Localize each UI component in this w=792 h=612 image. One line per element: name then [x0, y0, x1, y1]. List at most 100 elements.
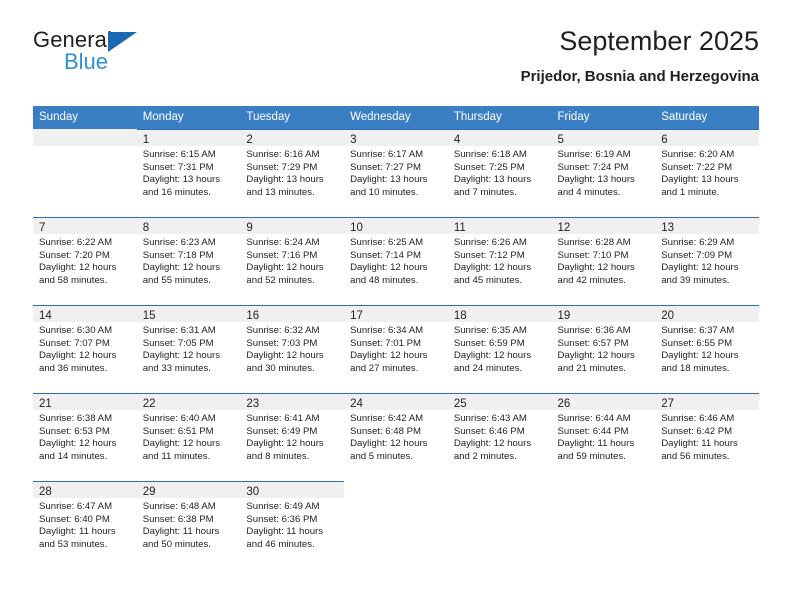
- calendar-day-cell[interactable]: 5 Sunrise: 6:19 AM Sunset: 7:24 PM Daylight…: [551, 129, 656, 217]
- day-detail-line: Sunset: 6:42 PM: [661, 425, 733, 437]
- day-detail-line: and 11 minutes.: [142, 450, 211, 462]
- day-detail-line: Sunset: 7:10 PM: [557, 249, 629, 261]
- day-number: 6: [661, 134, 668, 146]
- day-detail-line: Sunset: 7:07 PM: [39, 337, 110, 349]
- day-detail-line: Daylight: 12 hours: [453, 262, 532, 274]
- calendar-day-cell[interactable]: 22 Sunrise: 6:40 AM Sunset: 6:51 PM Dayligh…: [136, 393, 241, 481]
- day-number-bar: 8: [136, 217, 241, 234]
- calendar-page: General Blue September 2025 Prijedor, Bo…: [0, 0, 792, 612]
- calendar-day-cell[interactable]: 17 Sunrise: 6:34 AM Sunset: 7:01 PM Dayligh…: [344, 305, 448, 393]
- day-number-bar: 29: [136, 481, 241, 498]
- day-details: [344, 498, 448, 501]
- calendar-day-cell[interactable]: 10 Sunrise: 6:25 AM Sunset: 7:14 PM Dayligh…: [344, 217, 448, 305]
- day-number-bar: [344, 481, 448, 498]
- day-detail-line: Sunset: 7:22 PM: [661, 161, 733, 173]
- day-detail-line: Sunrise: 6:47 AM: [39, 501, 113, 512]
- day-detail-line: Daylight: 12 hours: [39, 438, 117, 450]
- day-number-bar: 27: [655, 393, 759, 410]
- day-detail-line: Sunrise: 6:30 AM: [39, 325, 113, 336]
- calendar-day-cell[interactable]: 20 Sunrise: 6:37 AM Sunset: 6:55 PM Dayligh…: [655, 305, 759, 393]
- day-number: 20: [661, 310, 675, 322]
- calendar-day-cell[interactable]: 6 Sunrise: 6:20 AM Sunset: 7:22 PM Daylight…: [655, 129, 759, 217]
- day-detail-line: Daylight: 12 hours: [453, 350, 532, 362]
- day-number-bar: 17: [344, 305, 448, 322]
- calendar-day-cell[interactable]: 13 Sunrise: 6:29 AM Sunset: 7:09 PM Dayligh…: [655, 217, 759, 305]
- calendar-day-cell[interactable]: 24 Sunrise: 6:42 AM Sunset: 6:48 PM Dayligh…: [344, 393, 448, 481]
- day-details: Sunrise: 6:19 AM Sunset: 7:24 PM Daylight:…: [552, 146, 656, 199]
- calendar-day-cell[interactable]: 18 Sunrise: 6:35 AM Sunset: 6:59 PM Dayligh…: [447, 305, 552, 393]
- day-detail-line: Daylight: 12 hours: [661, 262, 739, 274]
- day-details: Sunrise: 6:47 AM Sunset: 6:40 PM Daylight:…: [33, 498, 137, 551]
- day-detail-line: Daylight: 12 hours: [142, 438, 221, 450]
- day-detail-line: Sunrise: 6:46 AM: [661, 413, 735, 424]
- day-detail-line: Sunrise: 6:32 AM: [246, 325, 320, 336]
- day-detail-line: Sunset: 7:05 PM: [142, 337, 214, 349]
- day-detail-line: Sunset: 6:49 PM: [246, 425, 318, 437]
- day-number: 11: [453, 222, 466, 234]
- weekday-header-sunday: Sunday: [39, 111, 79, 123]
- day-number: 23: [246, 398, 260, 410]
- day-number: 24: [350, 398, 363, 410]
- day-detail-line: Sunrise: 6:18 AM: [453, 149, 527, 160]
- day-detail-line: and 33 minutes.: [142, 362, 211, 374]
- day-number-bar: 13: [655, 217, 759, 234]
- calendar-day-cell[interactable]: 30 Sunrise: 6:49 AM Sunset: 6:36 PM Dayligh…: [240, 481, 345, 573]
- calendar-day-cell[interactable]: 15 Sunrise: 6:31 AM Sunset: 7:05 PM Dayligh…: [136, 305, 241, 393]
- calendar-day-cell[interactable]: 29 Sunrise: 6:48 AM Sunset: 6:38 PM Dayligh…: [136, 481, 241, 573]
- day-number-bar: [448, 481, 552, 498]
- calendar-day-cell[interactable]: 27 Sunrise: 6:46 AM Sunset: 6:42 PM Dayligh…: [655, 393, 759, 481]
- day-detail-line: Sunrise: 6:29 AM: [661, 237, 735, 248]
- day-detail-line: Daylight: 12 hours: [246, 438, 324, 450]
- calendar-day-cell[interactable]: 2 Sunrise: 6:16 AM Sunset: 7:29 PM Daylight…: [240, 129, 345, 217]
- calendar-day-cell[interactable]: 21 Sunrise: 6:38 AM Sunset: 6:53 PM Dayligh…: [33, 393, 137, 481]
- calendar-empty-cell: [344, 481, 448, 573]
- day-number: 29: [142, 486, 156, 498]
- calendar-day-cell[interactable]: 8 Sunrise: 6:23 AM Sunset: 7:18 PM Daylight…: [136, 217, 241, 305]
- day-detail-line: Sunset: 6:59 PM: [453, 337, 525, 349]
- day-detail-line: and 56 minutes.: [661, 450, 730, 462]
- calendar-week-row: 14 Sunrise: 6:30 AM Sunset: 7:07 PM Dayligh…: [33, 305, 759, 393]
- day-details: Sunrise: 6:46 AM Sunset: 6:42 PM Daylight:…: [655, 410, 759, 463]
- calendar-day-cell[interactable]: 25 Sunrise: 6:43 AM Sunset: 6:46 PM Dayligh…: [447, 393, 552, 481]
- calendar-day-cell[interactable]: 26 Sunrise: 6:44 AM Sunset: 6:44 PM Dayligh…: [551, 393, 656, 481]
- calendar-day-cell[interactable]: 7 Sunrise: 6:22 AM Sunset: 7:20 PM Daylight…: [33, 217, 137, 305]
- day-details: Sunrise: 6:36 AM Sunset: 6:57 PM Daylight:…: [552, 322, 656, 375]
- day-detail-line: Sunset: 6:46 PM: [453, 425, 525, 437]
- calendar-week-row: 28 Sunrise: 6:47 AM Sunset: 6:40 PM Dayligh…: [33, 481, 759, 573]
- day-number-bar: 1: [136, 129, 241, 146]
- day-details: Sunrise: 6:28 AM Sunset: 7:10 PM Daylight:…: [552, 234, 656, 287]
- day-detail-line: and 46 minutes.: [246, 538, 315, 550]
- calendar-empty-cell: [33, 129, 137, 217]
- day-detail-line: Sunset: 6:40 PM: [39, 513, 110, 525]
- page-subtitle: Prijedor, Bosnia and Herzegovina: [520, 68, 759, 85]
- day-number: 2: [246, 134, 253, 146]
- day-detail-line: Daylight: 11 hours: [142, 526, 220, 538]
- calendar-day-cell[interactable]: 14 Sunrise: 6:30 AM Sunset: 7:07 PM Dayligh…: [33, 305, 137, 393]
- calendar-day-cell[interactable]: 3 Sunrise: 6:17 AM Sunset: 7:27 PM Daylight…: [344, 129, 448, 217]
- calendar-day-cell[interactable]: 4 Sunrise: 6:18 AM Sunset: 7:25 PM Daylight…: [447, 129, 552, 217]
- day-detail-line: Sunrise: 6:17 AM: [350, 149, 424, 160]
- calendar-day-cell[interactable]: 16 Sunrise: 6:32 AM Sunset: 7:03 PM Dayligh…: [240, 305, 345, 393]
- calendar-day-cell[interactable]: 12 Sunrise: 6:28 AM Sunset: 7:10 PM Dayligh…: [551, 217, 656, 305]
- day-number-bar: 30: [240, 481, 345, 498]
- day-detail-line: and 4 minutes.: [557, 186, 621, 198]
- calendar-day-cell[interactable]: 23 Sunrise: 6:41 AM Sunset: 6:49 PM Dayligh…: [240, 393, 345, 481]
- day-details: Sunrise: 6:34 AM Sunset: 7:01 PM Daylight:…: [344, 322, 448, 375]
- calendar-day-cell[interactable]: 19 Sunrise: 6:36 AM Sunset: 6:57 PM Dayligh…: [551, 305, 656, 393]
- day-detail-line: Sunrise: 6:25 AM: [350, 237, 424, 248]
- day-detail-line: Sunset: 7:18 PM: [142, 249, 214, 261]
- day-number-bar: 18: [447, 305, 552, 322]
- day-number: 10: [350, 222, 363, 234]
- calendar-day-cell[interactable]: 1 Sunrise: 6:15 AM Sunset: 7:31 PM Daylight…: [136, 129, 241, 217]
- day-number-bar: [552, 481, 656, 498]
- day-detail-line: Sunrise: 6:37 AM: [661, 325, 735, 336]
- calendar-grid: Sunday Monday Tuesday Wednesday Thursday Frid…: [33, 106, 759, 573]
- day-detail-line: Sunrise: 6:22 AM: [39, 237, 113, 248]
- day-detail-line: Daylight: 12 hours: [142, 350, 221, 362]
- day-detail-line: Daylight: 12 hours: [453, 438, 532, 450]
- calendar-day-cell[interactable]: 9 Sunrise: 6:24 AM Sunset: 7:16 PM Daylight…: [240, 217, 345, 305]
- day-number: 18: [453, 310, 467, 322]
- day-number: 15: [142, 310, 156, 322]
- calendar-day-cell[interactable]: 11 Sunrise: 6:26 AM Sunset: 7:12 PM Dayligh…: [447, 217, 552, 305]
- calendar-day-cell[interactable]: 28 Sunrise: 6:47 AM Sunset: 6:40 PM Dayligh…: [33, 481, 137, 573]
